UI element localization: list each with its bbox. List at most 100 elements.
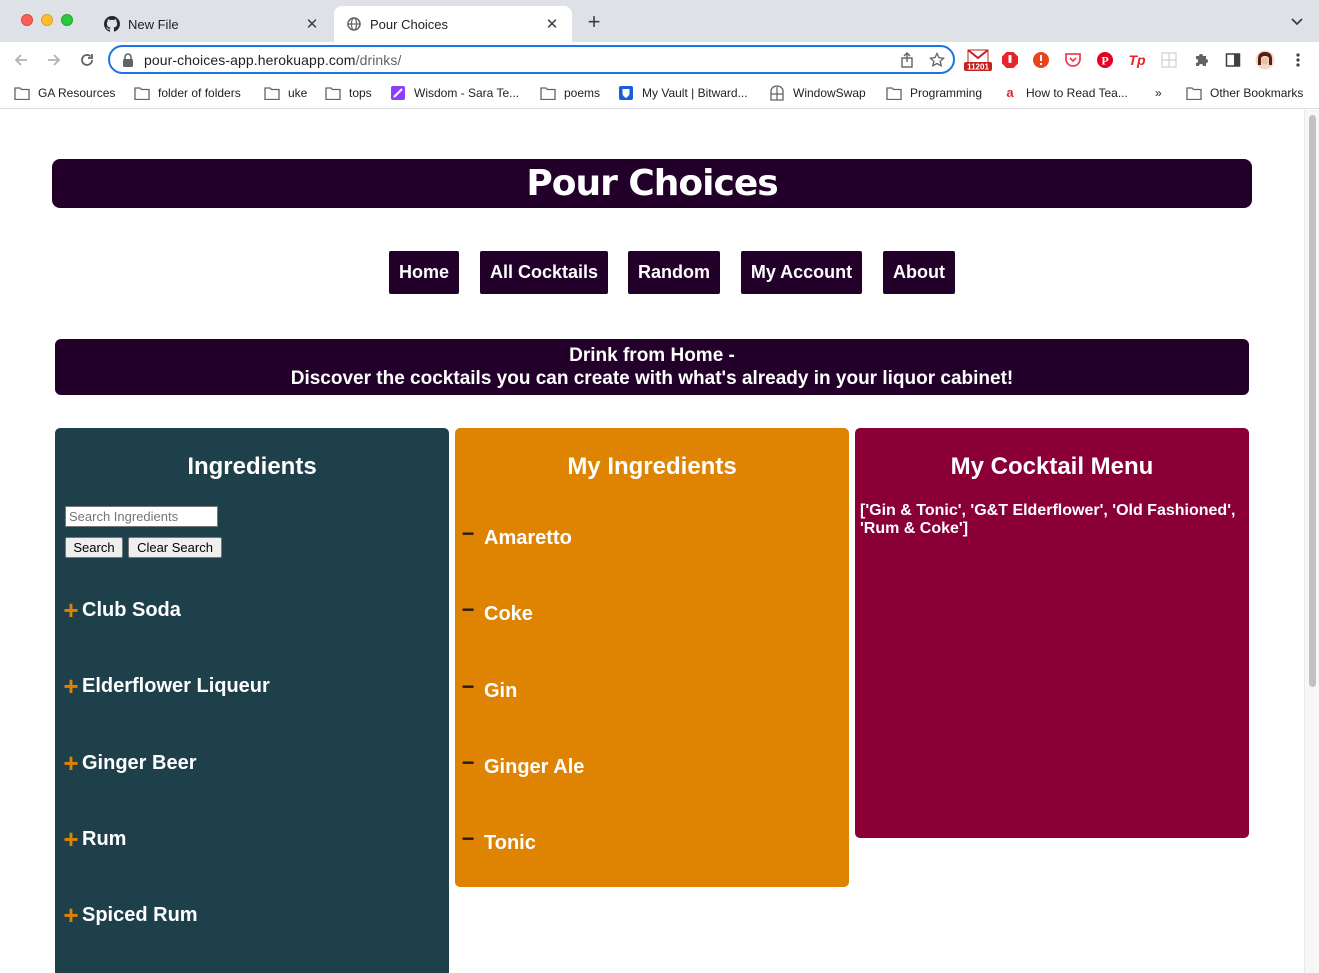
bookmark-link[interactable]: a How to Read Tea... bbox=[1002, 83, 1127, 103]
plus-icon[interactable]: + bbox=[61, 673, 81, 699]
chevron-down-icon[interactable] bbox=[1289, 13, 1305, 29]
browser-tab-strip: New File ✕ Pour Choices ✕ + bbox=[0, 0, 1319, 42]
window-minimize-button[interactable] bbox=[41, 14, 53, 26]
folder-icon bbox=[134, 86, 150, 100]
bookmark-folder[interactable]: GA Resources bbox=[14, 83, 115, 103]
close-icon[interactable]: ✕ bbox=[304, 16, 320, 33]
ingredient-name: Tonic bbox=[484, 831, 536, 854]
side-panel-icon[interactable] bbox=[1223, 50, 1243, 70]
other-bookmarks-folder[interactable]: Other Bookmarks bbox=[1186, 83, 1303, 103]
my-ingredients-heading: My Ingredients bbox=[567, 453, 737, 480]
site-header: Pour Choices bbox=[52, 159, 1252, 208]
tp-extension-icon[interactable]: Tp bbox=[1127, 50, 1147, 70]
extension-badge: 11201 bbox=[967, 63, 989, 72]
gmail-extension-icon[interactable]: 11201 bbox=[964, 49, 992, 72]
minus-icon[interactable]: − bbox=[461, 826, 475, 852]
minus-icon[interactable]: − bbox=[461, 521, 475, 547]
window-zoom-button[interactable] bbox=[61, 14, 73, 26]
bookmark-folder[interactable]: tops bbox=[325, 83, 372, 103]
window-icon bbox=[769, 85, 785, 101]
ingredient-name: Spiced Rum bbox=[82, 903, 198, 926]
plus-icon[interactable]: + bbox=[61, 902, 81, 928]
more-vert-icon[interactable] bbox=[1288, 50, 1308, 70]
reload-icon[interactable] bbox=[77, 50, 97, 70]
tab-title: New File bbox=[128, 16, 179, 32]
ingredient-item[interactable]: + Ginger Beer bbox=[61, 749, 196, 777]
svg-text:Tp: Tp bbox=[1128, 52, 1146, 68]
address-bar[interactable]: pour-choices-app.herokuapp.com/drinks/ bbox=[108, 45, 955, 74]
ingredient-item[interactable]: + Spiced Rum bbox=[61, 901, 198, 929]
bookmark-folder[interactable]: Programming bbox=[886, 83, 982, 103]
star-icon[interactable] bbox=[928, 51, 946, 73]
search-button[interactable]: Search bbox=[65, 537, 123, 558]
bookmark-label: WindowSwap bbox=[793, 86, 866, 100]
hero-line-2: Discover the cocktails you can create wi… bbox=[290, 368, 1014, 389]
bookmark-folder[interactable]: uke bbox=[264, 83, 307, 103]
page-scrollbar[interactable] bbox=[1304, 110, 1319, 973]
url-host: pour-choices-app.herokuapp.com bbox=[144, 51, 356, 68]
scrollbar-thumb[interactable] bbox=[1309, 115, 1316, 687]
nav-all-cocktails[interactable]: All Cocktails bbox=[480, 251, 608, 294]
pocket-icon[interactable] bbox=[1063, 50, 1083, 70]
grid-extension-icon[interactable] bbox=[1159, 50, 1179, 70]
nav-about[interactable]: About bbox=[883, 251, 955, 294]
bookmark-label: uke bbox=[288, 86, 308, 100]
new-tab-button[interactable]: + bbox=[584, 11, 604, 33]
browser-tab-new-file[interactable]: New File ✕ bbox=[92, 6, 332, 42]
cocktail-menu-heading: My Cocktail Menu bbox=[950, 453, 1154, 480]
browser-tab-pour-choices[interactable]: Pour Choices ✕ bbox=[334, 6, 572, 42]
folder-icon bbox=[325, 86, 341, 100]
minus-icon[interactable]: − bbox=[461, 674, 475, 700]
bookmark-label: Other Bookmarks bbox=[1210, 86, 1304, 100]
overflow-chevron: » bbox=[1155, 86, 1162, 100]
ingredient-name: Gin bbox=[484, 679, 518, 702]
folder-icon bbox=[886, 86, 902, 100]
bookmark-folder[interactable]: folder of folders bbox=[134, 83, 241, 103]
clear-search-button[interactable]: Clear Search bbox=[128, 537, 222, 558]
my-ingredient-item[interactable]: − Gin bbox=[461, 674, 518, 705]
adblock-extension-icon[interactable] bbox=[1000, 50, 1020, 70]
nav-home[interactable]: Home bbox=[389, 251, 459, 294]
ingredient-name: Ginger Ale bbox=[484, 755, 585, 778]
svg-text:P: P bbox=[1101, 54, 1108, 68]
window-close-button[interactable] bbox=[21, 14, 33, 26]
back-arrow-icon[interactable] bbox=[11, 50, 31, 70]
forward-arrow-icon[interactable] bbox=[44, 50, 64, 70]
plus-icon[interactable]: + bbox=[61, 597, 81, 623]
alert-extension-icon[interactable] bbox=[1031, 50, 1051, 70]
wisdom-favicon-icon bbox=[390, 86, 406, 100]
lock-icon bbox=[122, 52, 134, 67]
folder-icon bbox=[540, 86, 556, 100]
minus-icon[interactable]: − bbox=[461, 750, 475, 776]
ingredient-item[interactable]: + Club Soda bbox=[61, 596, 180, 624]
plus-icon[interactable]: + bbox=[61, 750, 81, 776]
my-ingredient-item[interactable]: − Ginger Ale bbox=[461, 750, 585, 781]
bookmark-label: folder of folders bbox=[158, 86, 241, 100]
plus-icon[interactable]: + bbox=[61, 826, 81, 852]
cocktail-menu-list: ['Gin & Tonic', 'G&T Elderflower', 'Old … bbox=[860, 502, 1236, 537]
ingredient-item[interactable]: + Rum bbox=[61, 825, 126, 853]
site-nav: Home All Cocktails Random My Account Abo… bbox=[0, 251, 1304, 294]
ingredient-name: Ginger Beer bbox=[82, 751, 197, 774]
minus-icon[interactable]: − bbox=[461, 597, 475, 623]
puzzle-extensions-icon[interactable] bbox=[1191, 50, 1211, 70]
pinterest-icon[interactable]: P bbox=[1095, 50, 1115, 70]
my-ingredient-item[interactable]: − Amaretto bbox=[461, 521, 572, 552]
avatar[interactable] bbox=[1255, 50, 1275, 70]
bookmarks-bar: GA Resources folder of folders uke tops … bbox=[0, 77, 1319, 109]
bookmark-link[interactable]: WindowSwap bbox=[769, 83, 866, 103]
share-icon[interactable] bbox=[899, 52, 915, 73]
bookmarks-overflow-button[interactable]: » bbox=[1155, 83, 1162, 103]
bookmark-link[interactable]: Wisdom - Sara Te... bbox=[390, 83, 519, 103]
svg-text:a: a bbox=[1006, 86, 1014, 100]
my-ingredient-item[interactable]: − Coke bbox=[461, 597, 533, 628]
nav-my-account[interactable]: My Account bbox=[741, 251, 862, 294]
nav-random[interactable]: Random bbox=[628, 251, 720, 294]
close-icon[interactable]: ✕ bbox=[544, 16, 560, 33]
bookmark-folder[interactable]: poems bbox=[540, 83, 600, 103]
ingredient-search-input[interactable] bbox=[65, 506, 218, 527]
bookmark-link[interactable]: My Vault | Bitward... bbox=[618, 83, 748, 103]
ingredient-item[interactable]: + Elderflower Liqueur bbox=[61, 672, 269, 700]
my-ingredient-item[interactable]: − Tonic bbox=[461, 826, 536, 857]
bookmark-label: poems bbox=[564, 86, 601, 100]
